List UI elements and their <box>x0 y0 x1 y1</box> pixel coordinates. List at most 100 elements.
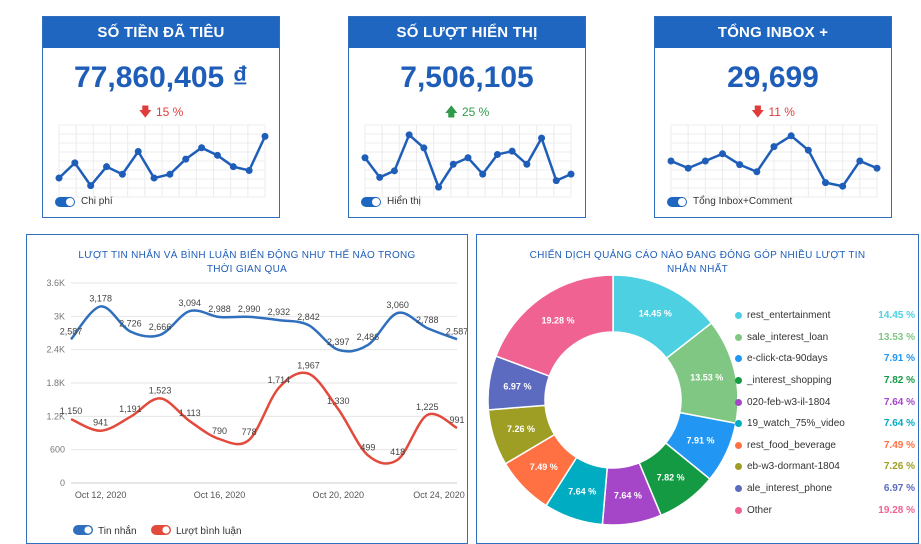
sparkline-point <box>182 155 190 163</box>
sparkline-point <box>770 143 778 151</box>
legend-toggle-1[interactable]: Lượt bình luận <box>151 525 242 537</box>
legend-item[interactable]: sale_interest_loan 13.53 % <box>735 327 915 349</box>
sparkline-point <box>55 174 63 182</box>
sparkline-point <box>87 182 95 190</box>
legend-item[interactable]: rest_entertainment 14.45 % <box>735 305 915 327</box>
kpi-title: SỐ LƯỢT HIỂN THỊ <box>349 17 585 48</box>
legend-toggle-0[interactable]: Tin nhắn <box>73 524 137 537</box>
slice-label: 7.64 % <box>614 490 642 500</box>
legend-item[interactable]: Other 19.28 % <box>735 499 915 521</box>
legend-label: 020-feb-w3-il-1804 <box>747 396 831 408</box>
sparkline-point <box>361 154 369 162</box>
x-tick-label: Oct 12, 2020 <box>75 490 127 500</box>
toggle-knob <box>162 526 170 534</box>
toggle-switch-icon[interactable] <box>55 196 75 207</box>
toggle-label: Hiển thị <box>387 196 421 207</box>
sparkline-point <box>150 174 158 182</box>
legend-item[interactable]: 19_watch_75%_video 7.64 % <box>735 413 915 435</box>
toggle-switch-icon[interactable] <box>667 196 687 207</box>
sparkline-point <box>71 159 79 167</box>
sparkline-point <box>552 177 560 185</box>
legend-dot-icon <box>735 485 742 493</box>
data-label: 1,523 <box>149 385 172 395</box>
data-label: 2,788 <box>416 315 439 325</box>
data-label: 2,666 <box>149 322 172 332</box>
sparkline-impressions <box>361 124 575 198</box>
sparkline-point <box>245 166 253 174</box>
data-label: 2,990 <box>238 304 261 314</box>
data-label: 2,726 <box>119 319 142 329</box>
legend-percent: 7.91 % <box>883 353 915 365</box>
sparkline-point <box>753 168 761 176</box>
sparkline-point <box>667 157 675 165</box>
series-line-0 <box>70 305 458 353</box>
x-tick-label: Oct 16, 2020 <box>194 490 246 500</box>
slice-label: 7.64 % <box>568 486 596 496</box>
data-label: 778 <box>242 427 257 437</box>
arrow-down-icon: 🡇 <box>751 104 765 119</box>
data-label: 2,587 <box>446 326 467 336</box>
y-tick-label: 0 <box>60 478 65 488</box>
legend-item[interactable]: _interest_shopping 7.82 % <box>735 370 915 392</box>
series-toggle[interactable]: Tổng Inbox+Comment <box>667 196 792 207</box>
legend-percent: 6.97 % <box>883 483 915 495</box>
sparkline-point <box>118 170 126 178</box>
legend-percent: 7.64 % <box>883 396 915 408</box>
data-label: 1,191 <box>119 404 142 414</box>
legend-percent: 7.26 % <box>883 461 915 473</box>
legend-label: Tin nhắn <box>98 524 137 537</box>
slice-label: 7.82 % <box>657 472 685 482</box>
pie-legend: rest_entertainment 14.45 % sale_interest_l… <box>735 305 915 521</box>
legend-item[interactable]: ale_interest_phone 6.97 % <box>735 478 915 500</box>
data-label: 991 <box>449 415 464 425</box>
kpi-card-inbox: TỔNG INBOX + 29,699 🡇 11 % Tổng Inbox+Com… <box>654 16 892 218</box>
sparkline-point <box>420 144 428 152</box>
kpi-value: 29,699 <box>727 61 819 94</box>
legend-label: e-click-cta-90days <box>747 353 828 365</box>
legend-item[interactable]: rest_food_beverage 7.49 % <box>735 435 915 457</box>
sparkline-point <box>719 150 726 158</box>
data-label: 3,094 <box>179 298 202 308</box>
slice-label: 7.26 % <box>507 424 535 434</box>
legend-label: 19_watch_75%_video <box>747 418 845 430</box>
data-label: 2,587 <box>60 326 83 336</box>
y-tick-label: 1.8K <box>46 378 65 388</box>
slice-label: 7.91 % <box>686 436 714 446</box>
legend-item[interactable]: 020-feb-w3-il-1804 7.64 % <box>735 391 915 413</box>
kpi-title: TỔNG INBOX + <box>655 17 891 48</box>
sparkline-point <box>701 157 709 165</box>
sparkline-point <box>390 167 398 175</box>
sparkline-point <box>405 131 413 139</box>
legend-dot-icon <box>735 355 742 363</box>
legend-dot-icon <box>735 506 742 514</box>
series-toggle[interactable]: Chi phí <box>55 196 113 207</box>
series-toggle[interactable]: Hiển thị <box>361 196 421 207</box>
legend-percent: 19.28 % <box>878 504 915 516</box>
slice-label: 13.53 % <box>690 372 723 382</box>
legend-label: Other <box>747 504 773 516</box>
legend-label: _interest_shopping <box>747 375 832 387</box>
legend-item[interactable]: e-click-cta-90days 7.91 % <box>735 348 915 370</box>
line-chart-panel: LƯỢT TIN NHẮN VÀ BÌNH LUẬN BIẾN ĐỘNG NHƯ… <box>26 234 468 544</box>
legend-percent: 13.53 % <box>878 331 915 343</box>
legend-item[interactable]: eb-w3-dormant-1804 7.26 % <box>735 456 915 478</box>
sparkline-point <box>856 157 864 165</box>
sparkline-point <box>839 182 847 190</box>
sparkline-point <box>538 134 546 142</box>
data-label: 1,225 <box>416 402 439 412</box>
legend-label: rest_entertainment <box>747 310 831 322</box>
toggle-switch-icon[interactable] <box>361 196 381 207</box>
legend-percent: 7.64 % <box>883 418 915 430</box>
pie-chart-panel: CHIẾN DỊCH QUẢNG CÁO NÀO ĐANG ĐÓNG GÓP N… <box>476 234 919 544</box>
legend-percent: 7.49 % <box>883 439 915 451</box>
data-label: 1,714 <box>268 375 291 385</box>
legend-dot-icon <box>735 398 742 406</box>
legend-percent: 7.82 % <box>883 375 915 387</box>
sparkline-point <box>103 163 111 171</box>
slice-label: 14.45 % <box>639 308 672 318</box>
sparkline-point <box>787 132 795 140</box>
sparkline-point <box>567 170 575 178</box>
y-tick-label: 3K <box>54 311 65 321</box>
data-label: 2,842 <box>297 312 320 322</box>
data-label: 1,113 <box>179 408 201 418</box>
